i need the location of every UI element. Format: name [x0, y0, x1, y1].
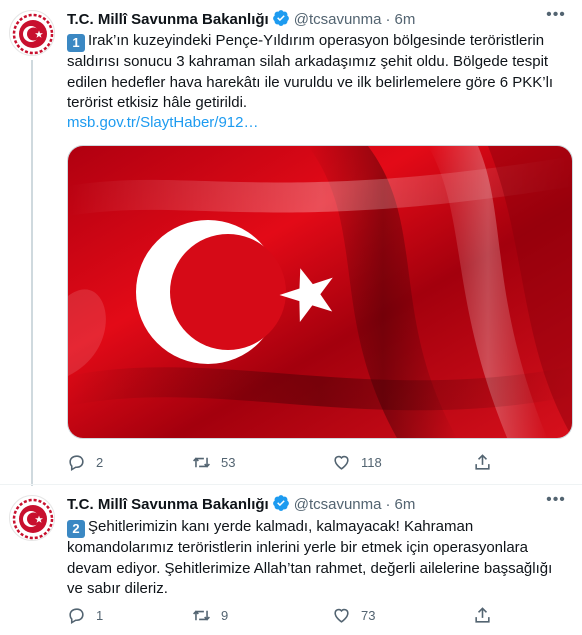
separator-dot: ·	[385, 11, 391, 28]
thread-line	[31, 60, 33, 486]
tweet-text: 1 Irak’ın kuzeyindeki Pençe-Yıldırım oper…	[67, 31, 567, 114]
like-icon	[334, 608, 349, 623]
like-count: 73	[361, 607, 376, 623]
reply-button[interactable]: 1	[67, 603, 103, 627]
verified-badge-icon	[272, 494, 290, 518]
reply-count: 2	[96, 454, 104, 470]
number-badge: 2	[67, 520, 85, 538]
avatar[interactable]	[9, 10, 55, 56]
verified-badge-icon	[272, 9, 290, 33]
share-icon	[475, 453, 490, 470]
like-button[interactable]: 73	[332, 603, 375, 627]
retweet-count: 53	[221, 454, 236, 470]
msb-logo-icon	[12, 13, 54, 55]
reply-icon	[69, 454, 84, 471]
reply-button[interactable]: 2	[67, 450, 103, 474]
like-count: 118	[361, 454, 382, 470]
author-name[interactable]: T.C. Millî Savunma Bakanlığı	[67, 11, 269, 28]
separator-dot: ·	[385, 496, 391, 513]
tweet-media-flag[interactable]	[67, 145, 573, 439]
share-button[interactable]	[473, 450, 502, 474]
retweet-button[interactable]: 9	[192, 603, 228, 627]
timestamp[interactable]: 6m	[394, 496, 415, 513]
retweet-button[interactable]: 53	[192, 450, 235, 474]
reply-count: 1	[96, 607, 104, 623]
more-icon[interactable]: •••	[544, 491, 568, 511]
tweet-1[interactable]: T.C. Millî Savunma Bakanlığı @tcsavunma · 6…	[0, 0, 582, 486]
retweet-count: 9	[221, 607, 229, 623]
reply-icon	[69, 607, 84, 624]
tweet-header: T.C. Millî Savunma Bakanlığı @tcsavunma · 6…	[67, 494, 415, 514]
like-button[interactable]: 118	[332, 450, 382, 474]
author-name[interactable]: T.C. Millî Savunma Bakanlığı	[67, 496, 269, 513]
tweet-link[interactable]: msb.gov.tr/SlaytHaber/912…	[67, 113, 258, 133]
retweet-icon	[193, 609, 210, 621]
tweet-2[interactable]: T.C. Millî Savunma Bakanlığı @tcsavunma · 6…	[0, 484, 582, 635]
tweet-header: T.C. Millî Savunma Bakanlığı @tcsavunma · 6…	[67, 9, 415, 29]
retweet-icon	[193, 456, 210, 468]
author-handle[interactable]: @tcsavunma	[294, 496, 382, 513]
author-handle[interactable]: @tcsavunma	[294, 11, 382, 28]
tweet-actions: 1 9 73	[67, 603, 497, 627]
share-button[interactable]	[473, 603, 502, 627]
msb-logo-icon	[12, 498, 54, 540]
more-icon[interactable]: •••	[544, 6, 568, 26]
number-badge: 1	[67, 34, 85, 52]
timestamp[interactable]: 6m	[394, 11, 415, 28]
tweet-body: Irak’ın kuzeyindeki Pençe-Yıldırım opera…	[67, 32, 554, 111]
tweet-text: 2 Şehitlerimizin kanı yerde kalmadı, kalm…	[67, 517, 567, 600]
tweet-body: Şehitlerimizin kanı yerde kalmadı, kalma…	[67, 518, 553, 597]
tweet-actions: 2 53 118	[67, 450, 497, 474]
like-icon	[334, 455, 349, 470]
share-icon	[475, 606, 490, 623]
avatar[interactable]	[9, 495, 55, 541]
